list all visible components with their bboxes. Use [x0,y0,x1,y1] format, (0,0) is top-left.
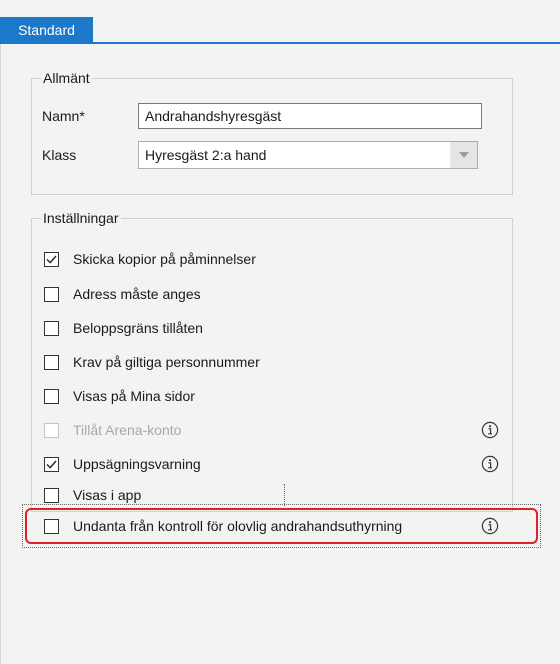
setting-address-required[interactable]: Adress måste anges [44,283,201,305]
checkbox-exempt-sublet-check[interactable] [44,518,59,534]
setting-my-pages[interactable]: Visas på Mina sidor [44,385,195,407]
setting-show-in-app[interactable]: Visas i app [44,484,141,506]
setting-label: Tillåt Arena-konto [73,422,182,438]
setting-termination-warning[interactable]: Uppsägningsvarning [44,453,201,475]
setting-amount-limit[interactable]: Beloppsgräns tillåten [44,317,203,339]
setting-send-copies[interactable]: Skicka kopior på påminnelser [44,248,256,270]
setting-label: Adress måste anges [73,286,201,302]
name-label: Namn* [42,108,85,124]
setting-exempt-sublet-check[interactable]: Undanta från kontroll för olovlig andrah… [44,515,402,537]
class-label: Klass [42,147,77,163]
tab-strip: Standard [0,0,560,44]
class-dropdown-value: Hyresgäst 2:a hand [145,147,267,163]
setting-valid-ssn[interactable]: Krav på giltiga personnummer [44,351,260,373]
name-field[interactable]: Andrahandshyresgäst [138,103,482,129]
class-dropdown[interactable]: Hyresgäst 2:a hand [138,141,478,169]
setting-label: Beloppsgräns tillåten [73,320,203,336]
general-group: Allmänt Namn* Andrahandshyresgäst Klass … [31,70,513,195]
layout-guide-line [284,484,285,506]
checkbox-valid-ssn[interactable] [44,354,59,370]
info-icon[interactable] [481,455,499,473]
general-group-legend: Allmänt [41,70,92,86]
setting-label: Uppsägningsvarning [73,456,201,472]
checkbox-my-pages[interactable] [44,388,59,404]
checkbox-address-required[interactable] [44,286,59,302]
info-icon[interactable] [481,517,499,535]
chevron-down-icon[interactable] [450,142,477,168]
setting-label: Visas i app [73,487,142,503]
setting-label: Krav på giltiga personnummer [73,354,260,370]
info-icon[interactable] [481,421,499,439]
checkbox-arena-account [44,422,59,438]
setting-label: Skicka kopior på påminnelser [73,251,256,267]
settings-group-legend: Inställningar [41,210,121,226]
checkbox-send-copies[interactable] [44,251,59,267]
setting-label: Undanta från kontroll för olovlig andrah… [73,518,403,534]
checkbox-show-in-app[interactable] [44,487,59,503]
checkbox-termination-warning[interactable] [44,456,59,472]
checkbox-amount-limit[interactable] [44,320,59,336]
setting-label: Visas på Mina sidor [73,388,195,404]
setting-arena-account: Tillåt Arena-konto [44,419,181,441]
tab-standard[interactable]: Standard [0,17,93,43]
